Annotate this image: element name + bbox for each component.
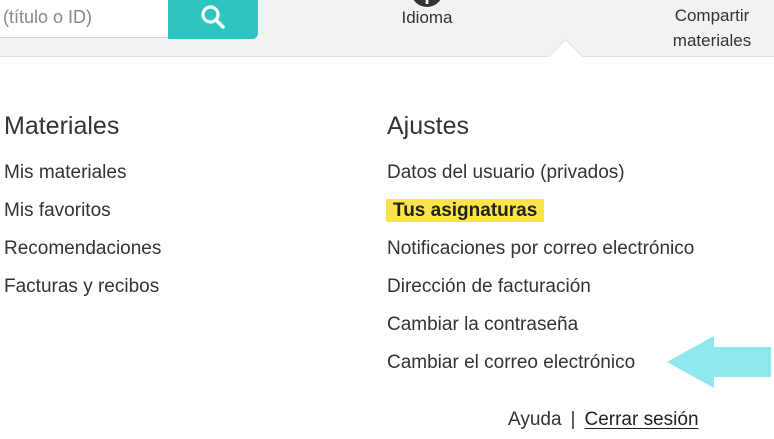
help-link[interactable]: Ayuda (508, 409, 562, 430)
menu-item-invoices[interactable]: Facturas y recibos (4, 275, 161, 313)
language-label: Idioma (401, 8, 453, 27)
menu-item-your-subjects-label: Tus asignaturas (386, 199, 545, 222)
footer-links: Ayuda | Cerrar sesión (508, 409, 699, 431)
menu-item-your-subjects[interactable]: Tus asignaturas (386, 199, 694, 237)
logout-link[interactable]: Cerrar sesión (584, 409, 698, 430)
menu-item-recommendations[interactable]: Recomendaciones (4, 237, 161, 275)
menu-item-change-email[interactable]: Cambiar el correo electrónico (387, 351, 694, 389)
globe-icon (413, 0, 441, 7)
footer-separator: | (570, 409, 576, 430)
materials-menu: Materiales Mis materiales Mis favoritos … (4, 111, 161, 313)
search-button[interactable] (168, 0, 258, 39)
materials-heading: Materiales (4, 112, 120, 140)
top-header: Idioma Compartir materiales (0, 0, 774, 57)
settings-heading: Ajustes (387, 112, 469, 140)
menu-item-favorites[interactable]: Mis favoritos (4, 199, 161, 237)
search-input[interactable] (0, 0, 180, 38)
language-selector[interactable]: Idioma (385, 0, 469, 28)
settings-menu: Ajustes Datos del usuario (privados) Tus… (386, 111, 694, 389)
menu-item-billing-address[interactable]: Dirección de facturación (387, 275, 694, 313)
share-materials-button[interactable]: Compartir materiales (662, 3, 762, 53)
menu-item-user-data[interactable]: Datos del usuario (privados) (387, 161, 694, 199)
arrow-left-icon (667, 336, 771, 388)
menu-item-my-materials[interactable]: Mis materiales (4, 161, 161, 199)
menu-item-change-password[interactable]: Cambiar la contraseña (387, 313, 694, 351)
search-icon (201, 5, 225, 29)
menu-item-email-notifications[interactable]: Notificaciones por correo electrónico (387, 237, 694, 275)
